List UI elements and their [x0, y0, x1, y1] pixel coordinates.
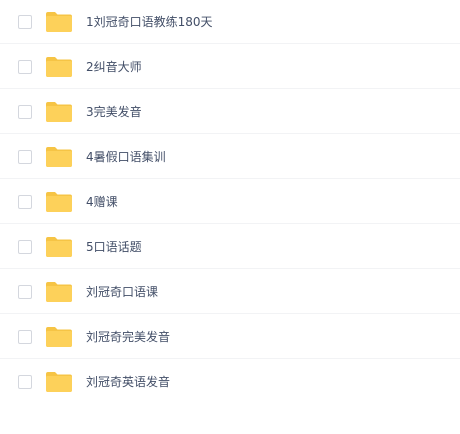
row-checkbox[interactable] [18, 374, 32, 389]
folder-name[interactable]: 2纠音大师 [86, 59, 142, 75]
folder-name[interactable]: 5口语话题 [86, 239, 142, 255]
folder-icon [46, 236, 72, 257]
folder-row[interactable]: 4赠课 [0, 180, 460, 224]
folder-row[interactable]: 4暑假口语集训 [0, 135, 460, 179]
folder-row[interactable]: 2纠音大师 [0, 45, 460, 89]
folder-name[interactable]: 刘冠奇完美发音 [86, 329, 170, 345]
row-checkbox[interactable] [18, 194, 32, 209]
folder-name[interactable]: 刘冠奇口语课 [86, 284, 158, 300]
row-checkbox[interactable] [18, 239, 32, 254]
folder-name[interactable]: 1刘冠奇口语教练180天 [86, 14, 213, 30]
folder-row[interactable]: 3完美发音 [0, 90, 460, 134]
row-checkbox[interactable] [18, 329, 32, 344]
folder-row[interactable]: 5口语话题 [0, 225, 460, 269]
folder-icon [46, 371, 72, 392]
folder-name[interactable]: 4赠课 [86, 194, 118, 210]
row-checkbox[interactable] [18, 104, 32, 119]
folder-name[interactable]: 刘冠奇英语发音 [86, 374, 170, 390]
folder-row[interactable]: 刘冠奇英语发音 [0, 360, 460, 404]
folder-icon [46, 326, 72, 347]
row-checkbox[interactable] [18, 284, 32, 299]
folder-name[interactable]: 4暑假口语集训 [86, 149, 166, 165]
folder-row[interactable]: 刘冠奇口语课 [0, 270, 460, 314]
folder-icon [46, 56, 72, 77]
row-checkbox[interactable] [18, 59, 32, 74]
folder-icon [46, 281, 72, 302]
folder-icon [46, 146, 72, 167]
folder-icon [46, 11, 72, 32]
file-list: 1刘冠奇口语教练180天 2纠音大师 3完美发音 4暑假口语集训 4赠课 5口语… [0, 0, 460, 434]
folder-icon [46, 191, 72, 212]
row-checkbox[interactable] [18, 14, 32, 29]
folder-name[interactable]: 3完美发音 [86, 104, 142, 120]
folder-row[interactable]: 刘冠奇完美发音 [0, 315, 460, 359]
list-empty-space [0, 403, 460, 434]
folder-row[interactable]: 1刘冠奇口语教练180天 [0, 0, 460, 44]
folder-icon [46, 101, 72, 122]
row-checkbox[interactable] [18, 149, 32, 164]
